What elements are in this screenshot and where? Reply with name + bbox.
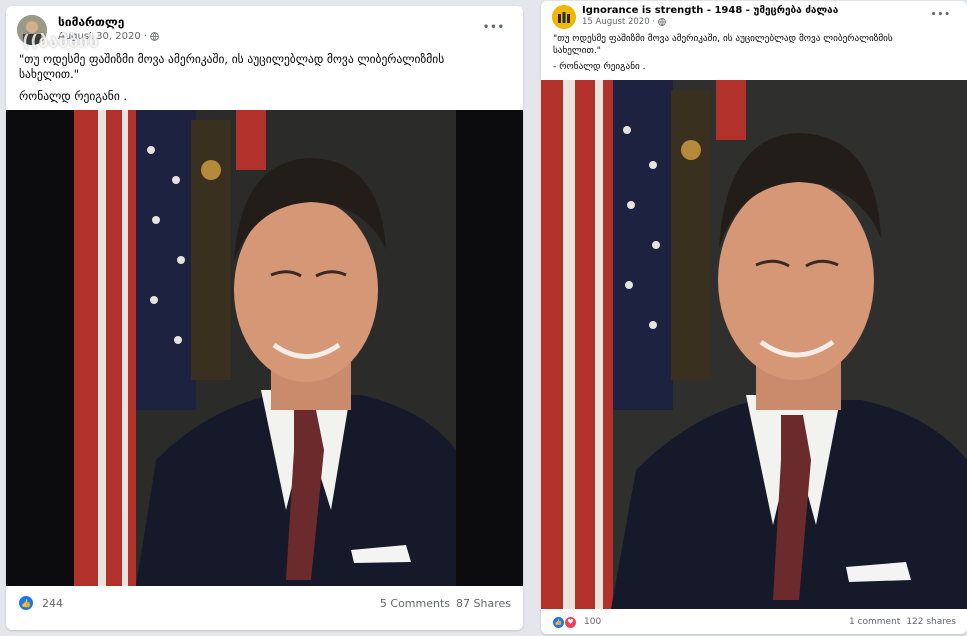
post-quote: "თუ ოდესმე ფაშიზმი მოვა ამერიკაში, ის აუ… — [553, 33, 893, 56]
post-quote: "თუ ოდესმე ფაშიზმი მოვა ამერიკაში, ის აუ… — [19, 52, 445, 81]
post-card-left: სიმართლე August 30, 2020 · ((ბამბის ••• … — [6, 6, 523, 630]
author-avatar[interactable] — [17, 15, 47, 45]
avatar-image — [552, 5, 576, 29]
shares-count[interactable]: 122 shares — [906, 617, 956, 627]
author-name[interactable]: Ignorance is strength - 1948 - უმეცრება … — [582, 5, 838, 16]
avatar-image — [17, 15, 47, 45]
comments-count[interactable]: 1 comment — [849, 617, 900, 627]
post-photo[interactable] — [6, 110, 523, 586]
post-signature: - რონალდ რეიგანი . — [553, 61, 646, 72]
post-meta: 15 August 2020 · — [582, 17, 666, 27]
reactions[interactable]: 👍 ♥ 100 — [552, 615, 601, 629]
post-date[interactable]: August 30, 2020 · — [58, 31, 147, 42]
reactions[interactable]: 👍 244 — [18, 595, 63, 611]
post-date[interactable]: 15 August 2020 · — [582, 17, 655, 27]
more-dots-icon[interactable]: ••• — [483, 22, 505, 33]
post-signature: რონალდ რეიგანი . — [19, 89, 128, 103]
reaction-count[interactable]: 244 — [42, 597, 63, 610]
post-meta: August 30, 2020 · — [58, 31, 159, 42]
shares-count[interactable]: 87 Shares — [456, 597, 511, 610]
globe-icon — [658, 18, 666, 26]
post-footer: 👍 ♥ 100 1 comment 122 shares — [541, 613, 967, 631]
comments-count[interactable]: 5 Comments — [380, 597, 450, 610]
post-card-right: Ignorance is strength - 1948 - უმეცრება … — [541, 1, 967, 634]
love-icon: ♥ — [564, 615, 577, 629]
portrait-image — [6, 110, 523, 586]
author-avatar[interactable] — [552, 5, 576, 29]
post-photo[interactable] — [541, 80, 967, 609]
post-footer: 👍 244 5 Comments 87 Shares — [6, 592, 523, 614]
more-dots-icon[interactable]: ••• — [931, 10, 951, 20]
author-name[interactable]: სიმართლე — [58, 15, 124, 29]
like-icon: 👍 — [18, 595, 34, 611]
globe-icon — [150, 32, 159, 41]
portrait-image — [541, 80, 967, 609]
reaction-count[interactable]: 100 — [584, 617, 601, 627]
